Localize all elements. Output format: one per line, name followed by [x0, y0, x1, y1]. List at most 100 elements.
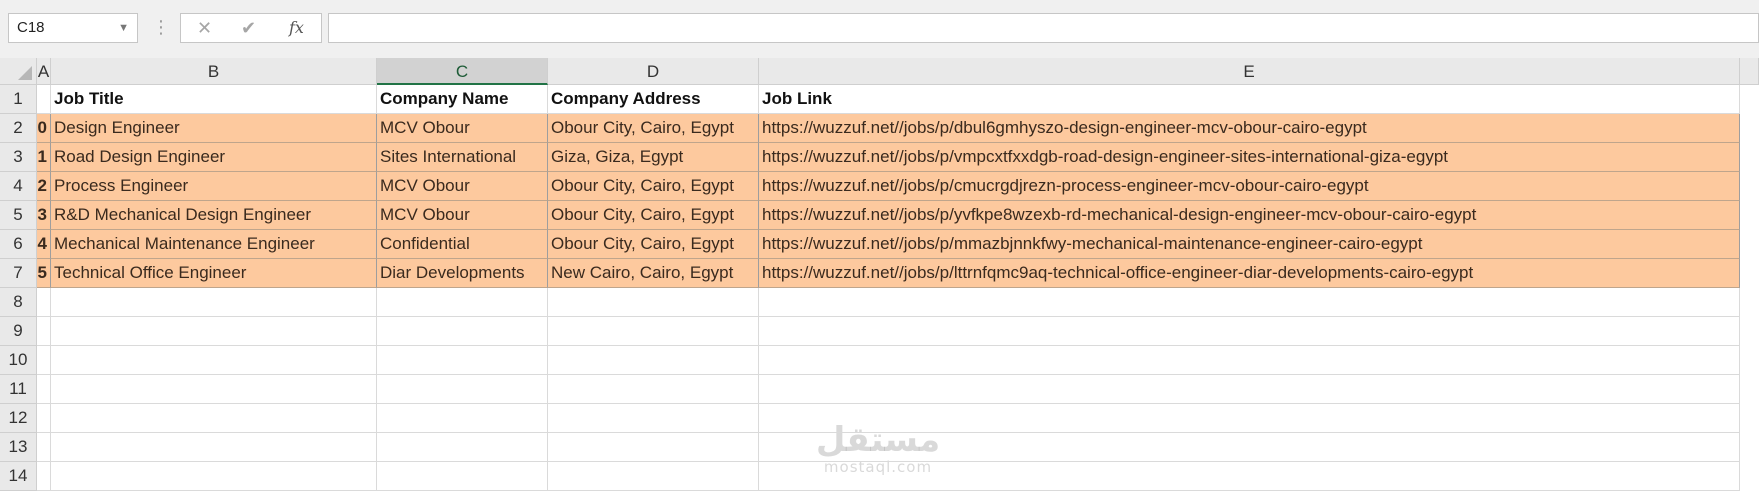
- header-cell[interactable]: Company Address: [548, 85, 759, 114]
- table-cell[interactable]: https://wuzzuf.net//jobs/p/mmazbjnnkfwy-…: [759, 230, 1740, 259]
- header-cell[interactable]: Job Title: [51, 85, 377, 114]
- column-header-a[interactable]: A: [37, 58, 51, 85]
- table-cell[interactable]: [377, 404, 548, 433]
- table-cell[interactable]: 5: [37, 259, 51, 288]
- table-cell[interactable]: Confidential: [377, 230, 548, 259]
- cancel-icon[interactable]: ✕: [197, 14, 212, 42]
- spreadsheet-grid: مستقل mostaql.com A B C D E 1 2 3 4 5 6 7 8 9 10 11 12 13…: [0, 58, 1759, 491]
- table-cell[interactable]: 2: [37, 172, 51, 201]
- column-header-filler: [1740, 58, 1759, 85]
- table-cell[interactable]: MCV Obour: [377, 114, 548, 143]
- table-cell[interactable]: Design Engineer: [51, 114, 377, 143]
- table-cell[interactable]: New Cairo, Cairo, Egypt: [548, 259, 759, 288]
- table-cell[interactable]: [37, 433, 51, 462]
- header-cell[interactable]: Company Name: [377, 85, 548, 114]
- table-cell[interactable]: [37, 462, 51, 491]
- formula-input[interactable]: [328, 13, 1759, 43]
- table-cell[interactable]: [51, 404, 377, 433]
- table-cell[interactable]: [377, 462, 548, 491]
- table-cell[interactable]: 3: [37, 201, 51, 230]
- table-cell[interactable]: https://wuzzuf.net//jobs/p/cmucrgdjrezn-…: [759, 172, 1740, 201]
- table-cell[interactable]: [51, 433, 377, 462]
- table-cell[interactable]: [548, 404, 759, 433]
- table-cell[interactable]: Mechanical Maintenance Engineer: [51, 230, 377, 259]
- row-header-4[interactable]: 4: [0, 172, 37, 201]
- table-cell[interactable]: 4: [37, 230, 51, 259]
- name-box[interactable]: C18 ▼: [8, 13, 138, 43]
- table-cell[interactable]: Technical Office Engineer: [51, 259, 377, 288]
- table-cell[interactable]: https://wuzzuf.net//jobs/p/vmpcxtfxxdgb-…: [759, 143, 1740, 172]
- table-cell[interactable]: [548, 433, 759, 462]
- table-cell[interactable]: R&D Mechanical Design Engineer: [51, 201, 377, 230]
- table-cell[interactable]: [759, 375, 1740, 404]
- table-cell[interactable]: Process Engineer: [51, 172, 377, 201]
- confirm-icon[interactable]: ✔: [241, 14, 256, 42]
- table-cell[interactable]: Obour City, Cairo, Egypt: [548, 172, 759, 201]
- table-cell[interactable]: [377, 346, 548, 375]
- table-cell[interactable]: [548, 346, 759, 375]
- header-cell[interactable]: Job Link: [759, 85, 1740, 114]
- column-header-c[interactable]: C: [377, 58, 548, 85]
- row-header-7[interactable]: 7: [0, 259, 37, 288]
- table-cell[interactable]: [37, 375, 51, 404]
- more-options-icon[interactable]: ⋮: [152, 13, 170, 43]
- table-cell[interactable]: 1: [37, 143, 51, 172]
- table-cell[interactable]: Sites International: [377, 143, 548, 172]
- table-cell[interactable]: [377, 317, 548, 346]
- table-cell[interactable]: [759, 288, 1740, 317]
- table-cell[interactable]: MCV Obour: [377, 172, 548, 201]
- column-header-e[interactable]: E: [759, 58, 1740, 85]
- table-cell[interactable]: [377, 375, 548, 404]
- row-header-10[interactable]: 10: [0, 346, 37, 375]
- table-cell[interactable]: [759, 462, 1740, 491]
- table-cell[interactable]: [51, 346, 377, 375]
- table-cell[interactable]: [548, 462, 759, 491]
- row-header-11[interactable]: 11: [0, 375, 37, 404]
- table-cell[interactable]: Diar Developments: [377, 259, 548, 288]
- table-cell[interactable]: [51, 317, 377, 346]
- row-header-5[interactable]: 5: [0, 201, 37, 230]
- column-header-b[interactable]: B: [51, 58, 377, 85]
- table-cell[interactable]: https://wuzzuf.net//jobs/p/dbul6gmhyszo-…: [759, 114, 1740, 143]
- table-cell[interactable]: Road Design Engineer: [51, 143, 377, 172]
- table-cell[interactable]: [759, 433, 1740, 462]
- row-header-2[interactable]: 2: [0, 114, 37, 143]
- table-cell[interactable]: [51, 288, 377, 317]
- select-all-corner[interactable]: [0, 58, 37, 85]
- row-header-14[interactable]: 14: [0, 462, 37, 491]
- column-header-d[interactable]: D: [548, 58, 759, 85]
- table-cell[interactable]: [37, 404, 51, 433]
- insert-function-icon[interactable]: fx: [289, 14, 304, 42]
- table-cell[interactable]: [377, 288, 548, 317]
- row-header-12[interactable]: 12: [0, 404, 37, 433]
- formula-actions: ✕ ✔ fx: [180, 13, 322, 43]
- table-cell[interactable]: [51, 375, 377, 404]
- row-header-13[interactable]: 13: [0, 433, 37, 462]
- row-header-8[interactable]: 8: [0, 288, 37, 317]
- table-cell[interactable]: [759, 317, 1740, 346]
- table-cell[interactable]: Obour City, Cairo, Egypt: [548, 230, 759, 259]
- row-header-1[interactable]: 1: [0, 85, 37, 114]
- table-cell[interactable]: Giza, Giza, Egypt: [548, 143, 759, 172]
- table-cell[interactable]: [548, 317, 759, 346]
- header-cell[interactable]: [37, 85, 51, 114]
- table-cell[interactable]: [759, 404, 1740, 433]
- row-header-9[interactable]: 9: [0, 317, 37, 346]
- table-cell[interactable]: 0: [37, 114, 51, 143]
- table-cell[interactable]: [548, 375, 759, 404]
- table-cell[interactable]: MCV Obour: [377, 201, 548, 230]
- table-cell[interactable]: [51, 462, 377, 491]
- table-cell[interactable]: https://wuzzuf.net//jobs/p/yvfkpe8wzexb-…: [759, 201, 1740, 230]
- table-cell[interactable]: [37, 317, 51, 346]
- table-cell[interactable]: https://wuzzuf.net//jobs/p/lttrnfqmc9aq-…: [759, 259, 1740, 288]
- table-cell[interactable]: [37, 288, 51, 317]
- table-cell[interactable]: Obour City, Cairo, Egypt: [548, 201, 759, 230]
- table-cell[interactable]: Obour City, Cairo, Egypt: [548, 114, 759, 143]
- chevron-down-icon[interactable]: ▼: [118, 14, 129, 42]
- table-cell[interactable]: [759, 346, 1740, 375]
- table-cell[interactable]: [377, 433, 548, 462]
- row-header-3[interactable]: 3: [0, 143, 37, 172]
- row-header-6[interactable]: 6: [0, 230, 37, 259]
- table-cell[interactable]: [548, 288, 759, 317]
- table-cell[interactable]: [37, 346, 51, 375]
